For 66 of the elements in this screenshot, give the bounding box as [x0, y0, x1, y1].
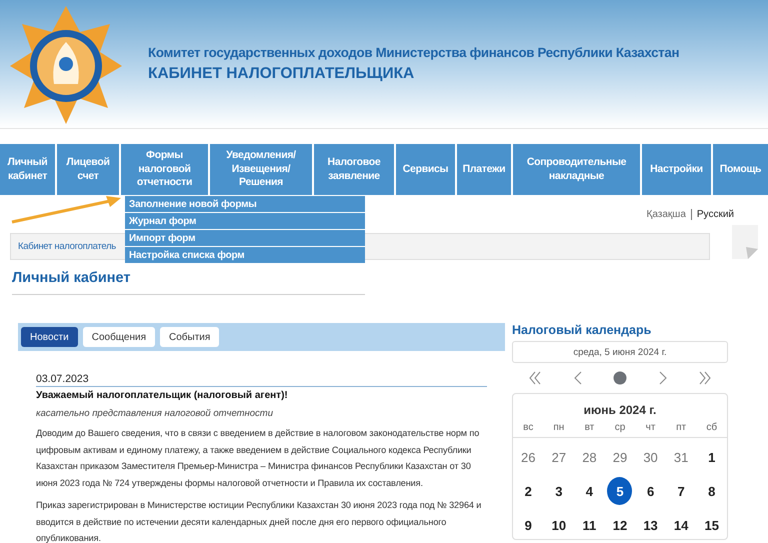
calendar-day[interactable]: 11	[576, 511, 602, 539]
news-paragraph: Приказ зарегистрирован в Министерстве юстиции Республики Казахстан 30 июня 2023 года под № 32964 и вводится в действие по истечении десяти календарных дней после дня его первого официального опубликования.	[36, 499, 482, 543]
chevron-right-icon[interactable]	[658, 371, 668, 385]
nav-menu-item[interactable]: Личный кабинет	[0, 144, 55, 195]
calendar-day[interactable]: 1	[699, 443, 724, 471]
weekday-label: вс	[522, 422, 534, 433]
news-tab[interactable]: События	[160, 327, 220, 347]
current-date-field: среда, 5 июня 2024 г.	[512, 341, 728, 363]
nav-menu-item[interactable]: Лицевой счет	[57, 144, 119, 195]
today-dot-icon[interactable]	[613, 371, 627, 385]
news-subject: касательно представления налоговой отчетности	[36, 408, 274, 419]
weekday-label: чт	[644, 422, 656, 433]
calendar-day[interactable]: 8	[699, 477, 724, 505]
breadcrumb-link[interactable]: Кабинет налогоплатель	[18, 241, 116, 252]
nav-menu-item[interactable]: Уведомления/ Извещения/ Решения	[210, 144, 312, 195]
weekday-label: ср	[614, 422, 626, 433]
dropdown-menu-item[interactable]: Журнал форм	[125, 213, 365, 229]
calendar-day[interactable]: 2	[516, 477, 541, 505]
nav-menu-item[interactable]: Сопроводительные накладные	[513, 144, 640, 195]
calendar-day[interactable]: 5	[607, 477, 632, 505]
double-chevron-left-icon[interactable]	[528, 371, 542, 385]
nav-menu-item[interactable]: Настройки	[642, 144, 711, 195]
calendar-title: Налоговый календарь	[512, 323, 652, 337]
organization-name: Комитет государственных доходов Министерства финансов Республики Казахстан	[148, 45, 680, 60]
weekday-label: пн	[552, 422, 566, 433]
emblem-logo-icon	[10, 4, 122, 124]
site-title: КАБИНЕТ НАЛОГОПЛАТЕЛЬЩИКА	[148, 65, 416, 83]
calendar-day[interactable]: 15	[699, 511, 724, 539]
calendar-day[interactable]: 30	[638, 443, 664, 471]
month-title: июнь 2024 г.	[582, 402, 658, 419]
calendar-day[interactable]: 31	[668, 443, 694, 471]
news-tab[interactable]: Новости	[21, 327, 78, 347]
news-paragraph: Доводим до Вашего сведения, что в связи с введением в действие в налоговом законодательстве норм по цифровым активам и единому платежу, а также введением в действие Социального кодекса Республики Казахстан приказом Заместителя Премьер-Министра – Министра финансов Республики Казахстан от 30 июня 2023 года № 724 утверждены формы налоговой отчетности и Правила их составления.	[36, 427, 480, 490]
calendar-day[interactable]: 28	[576, 443, 602, 471]
calendar-day[interactable]: 12	[607, 511, 632, 539]
calendar-day[interactable]: 13	[638, 511, 664, 539]
nav-menu-item[interactable]: Платежи	[457, 144, 511, 195]
weekday-label: вт	[584, 422, 596, 433]
weekday-label: сб	[705, 422, 718, 433]
language-link[interactable]: Русский	[690, 209, 734, 220]
calendar-day[interactable]: 3	[546, 477, 572, 505]
calendar-day[interactable]: 14	[668, 511, 694, 539]
chevron-left-icon[interactable]	[572, 371, 582, 385]
news-date: 03.07.2023	[36, 373, 487, 387]
news-headline: Уважаемый налогоплательщик (налоговый агент)!	[36, 390, 289, 401]
calendar-day[interactable]: 26	[516, 443, 541, 471]
news-tab[interactable]: Сообщения	[82, 327, 155, 347]
dropdown-menu-item[interactable]: Импорт форм	[125, 230, 365, 246]
calendar-day[interactable]: 27	[546, 443, 572, 471]
nav-menu-item[interactable]: Помощь	[713, 144, 768, 195]
weekday-label: пт	[675, 422, 688, 433]
language-link[interactable]: Қазақша	[646, 209, 686, 220]
dropdown-menu-item[interactable]: Заполнение новой формы	[125, 196, 365, 212]
calendar-day[interactable]: 6	[638, 477, 664, 505]
nav-menu-item[interactable]: Налоговое заявление	[314, 144, 394, 195]
page-curl-icon	[732, 225, 758, 259]
double-chevron-right-icon[interactable]	[698, 371, 712, 385]
calendar-day[interactable]: 29	[607, 443, 632, 471]
page-title: Личный кабинет	[12, 270, 365, 295]
nav-menu-item[interactable]: Формы налоговой отчетности	[121, 144, 208, 195]
calendar-day[interactable]: 4	[576, 477, 602, 505]
calendar-day[interactable]: 7	[668, 477, 694, 505]
nav-menu-item[interactable]: Сервисы	[396, 144, 455, 195]
calendar-day[interactable]: 10	[546, 511, 572, 539]
calendar-day[interactable]: 9	[516, 511, 541, 539]
dropdown-menu-item[interactable]: Настройка списка форм	[125, 247, 365, 263]
